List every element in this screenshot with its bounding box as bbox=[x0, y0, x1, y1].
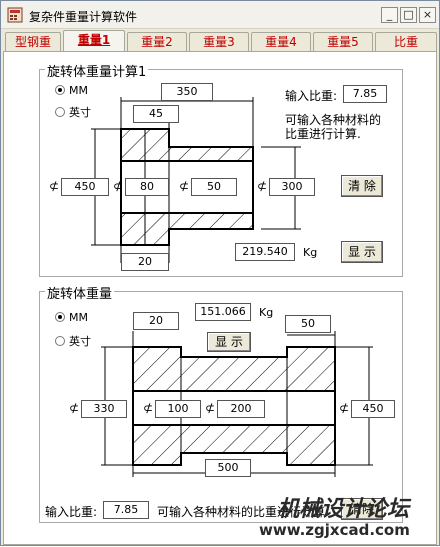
diameter-icon: ⊄ bbox=[339, 401, 350, 415]
density-field-2[interactable]: 7.85 bbox=[103, 501, 149, 519]
length-500-field[interactable]: 500 bbox=[205, 459, 251, 477]
diameter-330-field[interactable]: 330 bbox=[81, 400, 127, 418]
diameter-icon: ⊄ bbox=[205, 401, 216, 415]
density-label-2: 输入比重: bbox=[45, 505, 98, 519]
show-button-2[interactable]: 显 示 bbox=[207, 332, 251, 352]
diameter-200-field[interactable]: 200 bbox=[217, 400, 265, 418]
length-50-field-2[interactable]: 50 bbox=[285, 315, 331, 333]
unit-label-2: Kg bbox=[259, 306, 274, 319]
watermark-forum-name: 机械设计论坛 bbox=[277, 497, 410, 522]
diameter-450-field-2[interactable]: 450 bbox=[351, 400, 395, 418]
result-weight-field-2: 151.066 bbox=[195, 303, 251, 321]
diameter-100-field[interactable]: 100 bbox=[155, 400, 201, 418]
watermark-url: www.zgjxcad.com bbox=[259, 521, 410, 539]
length-20-field-2[interactable]: 20 bbox=[133, 312, 179, 330]
diameter-icon: ⊄ bbox=[69, 401, 80, 415]
app-window: 复杂件重量计算软件 _ □ × 型钢重 重量1 重量2 重量3 重量4 重量5 … bbox=[0, 0, 440, 546]
diameter-icon: ⊄ bbox=[143, 401, 154, 415]
